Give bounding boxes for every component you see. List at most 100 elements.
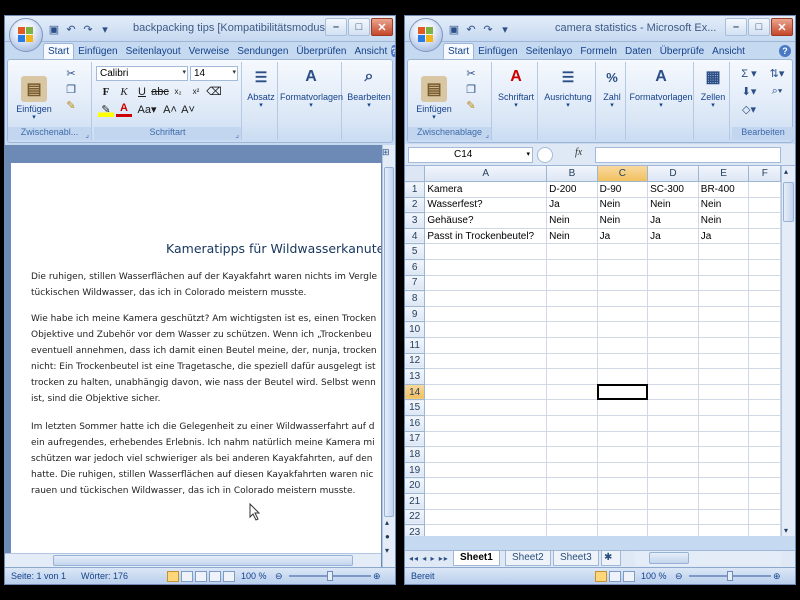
insert-sheet-icon[interactable]: ✱	[601, 551, 621, 566]
cell[interactable]	[597, 337, 649, 354]
paste-button[interactable]: ▤ Einfügen ▾	[412, 76, 456, 122]
column-header[interactable]: C	[597, 166, 649, 183]
next-page-icon[interactable]: ▾	[385, 546, 389, 555]
row-header[interactable]: 16	[405, 415, 426, 432]
row-header[interactable]: 6	[405, 259, 426, 276]
excel-vscroll-thumb[interactable]	[783, 182, 794, 222]
cell[interactable]	[546, 431, 598, 448]
cell[interactable]	[647, 415, 699, 432]
cell[interactable]	[546, 368, 598, 385]
column-header[interactable]: D	[647, 166, 699, 183]
cell[interactable]	[424, 399, 548, 416]
save-icon[interactable]: ▣	[447, 22, 461, 36]
font-dialog-launcher-icon[interactable]: ⌟	[235, 130, 239, 139]
cell-table[interactable]: A B C D E F 1 Kamera D-200 D-90 SC-300 BR-400…	[405, 166, 781, 536]
cell[interactable]	[698, 493, 750, 510]
italic-icon[interactable]: K	[116, 84, 132, 99]
cell[interactable]	[424, 446, 548, 463]
cell[interactable]	[597, 306, 649, 323]
copy-icon[interactable]: ❐	[464, 82, 478, 96]
word-vscroll-thumb[interactable]	[384, 167, 394, 517]
row-header[interactable]: 19	[405, 462, 426, 479]
cell[interactable]	[748, 306, 781, 323]
cell[interactable]	[748, 509, 781, 526]
cell[interactable]: Kamera	[424, 181, 548, 198]
sheet-tab-1[interactable]: Sheet1	[453, 551, 500, 566]
qat-dropdown-icon[interactable]: ▾	[98, 22, 112, 36]
excel-horizontal-scrollbar[interactable]	[635, 551, 781, 566]
cell[interactable]: Nein	[546, 212, 598, 229]
cell[interactable]	[647, 353, 699, 370]
cell[interactable]	[698, 446, 750, 463]
cell[interactable]	[597, 368, 649, 385]
cell[interactable]	[698, 353, 750, 370]
row-header[interactable]: 4	[405, 228, 426, 245]
row-header[interactable]: 8	[405, 290, 426, 307]
cell[interactable]	[748, 259, 781, 276]
row-header[interactable]: 11	[405, 337, 426, 354]
cell[interactable]	[546, 462, 598, 479]
paste-button[interactable]: ▤ Einfügen ▾	[12, 76, 56, 122]
word-vertical-scrollbar[interactable]: ⊞ ▴ ● ▾	[382, 145, 395, 567]
insert-function-icon[interactable]: fx	[575, 147, 582, 158]
cell[interactable]	[647, 462, 699, 479]
word-horizontal-scrollbar[interactable]	[5, 553, 381, 567]
copy-icon[interactable]: ❐	[64, 82, 78, 96]
tab-verweise[interactable]: Verweise	[185, 44, 234, 59]
tab-seitenlayout[interactable]: Seitenlayout	[122, 44, 185, 59]
cell[interactable]	[424, 415, 548, 432]
select-all-corner[interactable]	[405, 166, 426, 183]
cell[interactable]	[647, 477, 699, 494]
sort-filter-icon[interactable]: ⇅▾	[766, 66, 788, 80]
zoom-out-icon[interactable]: ⊖	[275, 571, 283, 582]
cell[interactable]	[748, 399, 781, 416]
column-header[interactable]: F	[748, 166, 781, 183]
tab-sendungen[interactable]: Sendungen	[233, 44, 292, 59]
cell[interactable]	[748, 337, 781, 354]
row-header[interactable]: 15	[405, 399, 426, 416]
cell[interactable]	[597, 353, 649, 370]
cells-button[interactable]: ▦ Zellen ▾	[696, 64, 730, 110]
strikethrough-icon[interactable]: abc	[151, 84, 169, 99]
cell[interactable]	[546, 353, 598, 370]
sheet-tab-3[interactable]: Sheet3	[553, 551, 599, 566]
cell[interactable]	[647, 368, 699, 385]
formula-input[interactable]	[595, 147, 781, 163]
cell[interactable]	[748, 431, 781, 448]
cell[interactable]	[597, 462, 649, 479]
minimize-button[interactable]: –	[325, 18, 347, 36]
autosum-icon[interactable]: Σ ▾	[738, 66, 760, 80]
cell[interactable]: Ja	[597, 228, 649, 245]
editing-button[interactable]: ⌕ Bearbeiten ▾	[344, 64, 394, 110]
spreadsheet-grid[interactable]: A B C D E F 1 Kamera D-200 D-90 SC-300 BR-400…	[405, 166, 781, 536]
cell[interactable]: Wasserfest?	[424, 197, 548, 214]
highlight-icon[interactable]: ✎	[98, 102, 114, 117]
cell[interactable]	[698, 384, 750, 401]
format-painter-icon[interactable]: ✎	[464, 98, 478, 112]
cell[interactable]	[647, 509, 699, 526]
cell[interactable]	[546, 321, 598, 339]
cell[interactable]	[597, 493, 649, 510]
cell[interactable]	[546, 337, 598, 354]
cell[interactable]	[424, 477, 548, 494]
word-hscroll-thumb[interactable]	[53, 555, 353, 566]
cell[interactable]	[698, 462, 750, 479]
cell[interactable]: Ja	[647, 212, 699, 229]
word-count[interactable]: Wörter: 176	[81, 571, 128, 581]
tab-ueberpruefen[interactable]: Überprüfe	[656, 44, 708, 59]
cell[interactable]	[748, 197, 781, 214]
cell[interactable]	[424, 259, 548, 276]
styles-button[interactable]: A Formatvorlagen ▾	[628, 64, 694, 110]
bold-icon[interactable]: F	[98, 84, 114, 99]
office-button[interactable]	[409, 18, 443, 52]
clipboard-dialog-launcher-icon[interactable]: ⌟	[485, 130, 489, 139]
cell[interactable]: Nein	[647, 197, 699, 214]
cell[interactable]	[546, 399, 598, 416]
row-header[interactable]: 20	[405, 477, 426, 494]
cell[interactable]	[424, 306, 548, 323]
office-button[interactable]	[9, 18, 43, 52]
cell[interactable]	[698, 337, 750, 354]
cut-icon[interactable]: ✂	[64, 66, 78, 80]
redo-icon[interactable]: ↷	[481, 22, 495, 36]
clear-icon[interactable]: ◇▾	[738, 102, 760, 116]
